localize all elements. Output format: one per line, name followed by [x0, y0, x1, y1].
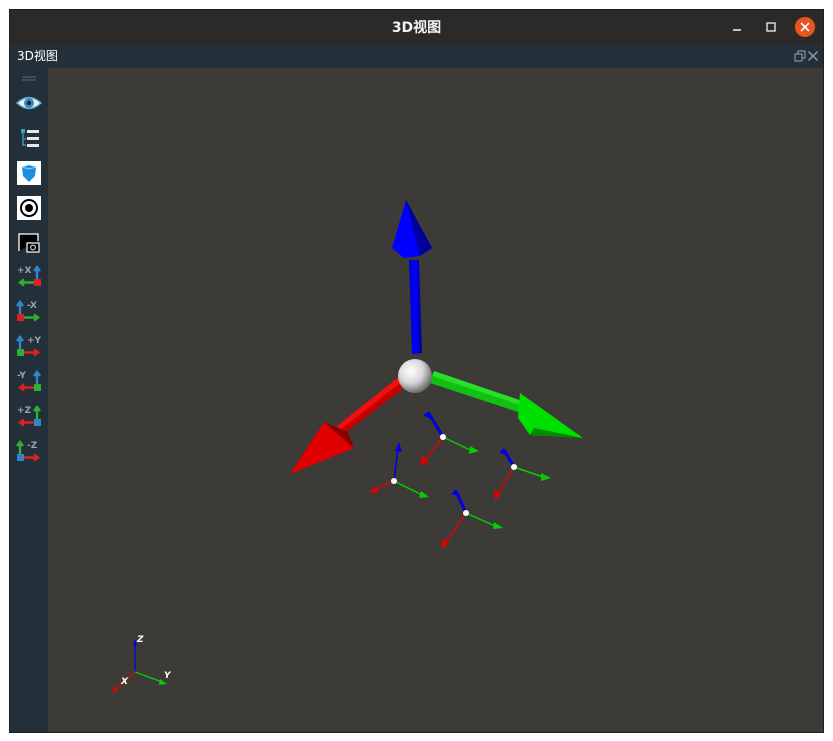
frame-1 — [421, 411, 479, 466]
svg-text:+Z: +Z — [17, 406, 32, 416]
toolbar-handle-icon[interactable] — [22, 76, 36, 82]
frame-4 — [442, 489, 503, 549]
3d-viewport[interactable]: Z Y X — [48, 68, 823, 732]
window-title: 3D视图 — [391, 20, 442, 36]
mini-axis-y-label: Y — [164, 671, 172, 681]
svg-text:+Y: +Y — [27, 336, 42, 346]
frame-3 — [494, 448, 551, 501]
maximize-button[interactable] — [762, 18, 780, 36]
x-axis-arrow — [290, 376, 408, 474]
z-axis-arrow — [392, 200, 432, 354]
svg-text:+X: +X — [17, 266, 32, 276]
view-minus-x-icon[interactable]: -X — [15, 299, 43, 327]
view-plus-y-icon[interactable]: +Y — [15, 334, 43, 362]
dock-close-button[interactable] — [807, 50, 819, 62]
mini-axis-z-label: Z — [136, 635, 144, 645]
mini-axis-x-label: X — [120, 677, 129, 687]
tree-list-icon[interactable] — [15, 124, 43, 152]
dock-header: 3D视图 — [10, 45, 823, 68]
minimize-button[interactable] — [728, 18, 746, 36]
origin-sphere — [398, 359, 432, 393]
shield-box-icon[interactable] — [15, 159, 43, 187]
view-eye-icon[interactable] — [15, 89, 43, 117]
3d-scene[interactable]: Z Y X — [48, 68, 823, 732]
frame-2 — [368, 442, 429, 498]
close-button[interactable] — [795, 17, 815, 37]
dock-title: 3D视图 — [17, 49, 58, 63]
title-bar[interactable]: 3D视图 — [10, 10, 823, 45]
svg-text:-X: -X — [27, 301, 37, 311]
app-window: 3D视图 3D视图 +X -X +Y -Y +Z -Z Z Y X — [9, 9, 824, 733]
view-minus-y-icon[interactable]: -Y — [15, 369, 43, 397]
screenshot-camera-icon[interactable] — [15, 229, 43, 257]
main-coordinate-axes — [290, 200, 583, 474]
view-toolbar: +X -X +Y -Y +Z -Z — [10, 68, 48, 732]
view-plus-z-icon[interactable]: +Z — [15, 404, 43, 432]
view-minus-z-icon[interactable]: -Z — [15, 439, 43, 467]
y-axis-arrow — [430, 371, 583, 438]
orientation-axes: Z Y X — [112, 635, 172, 693]
target-icon[interactable] — [15, 194, 43, 222]
svg-text:-Y: -Y — [17, 371, 26, 381]
dock-float-button[interactable] — [794, 50, 806, 62]
view-plus-x-icon[interactable]: +X — [15, 264, 43, 292]
svg-text:-Z: -Z — [27, 441, 38, 451]
